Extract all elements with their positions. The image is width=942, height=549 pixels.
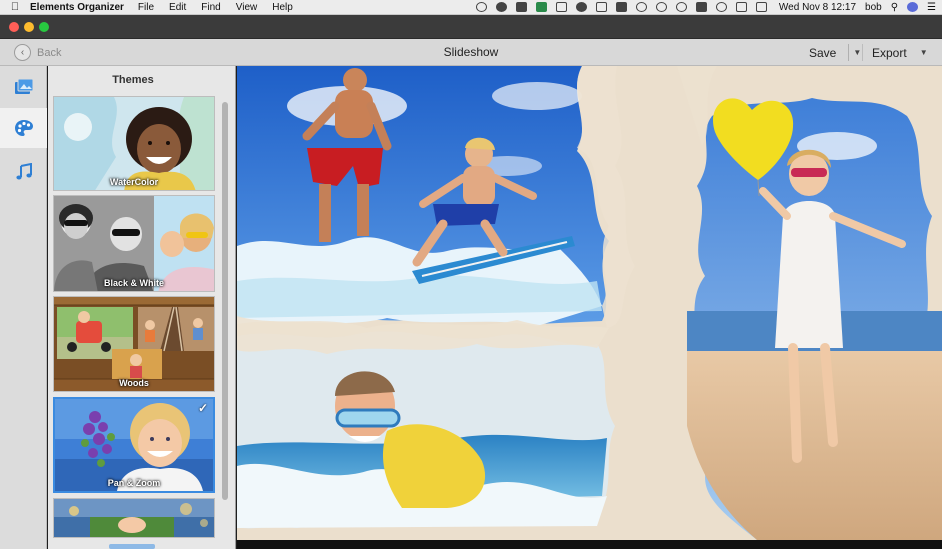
export-label: Export xyxy=(872,45,907,60)
mac-menu-bar:  Elements Organizer File Edit Find View… xyxy=(0,0,942,15)
window-close-button[interactable] xyxy=(9,22,19,32)
back-button[interactable]: ‹ Back xyxy=(14,44,61,61)
bluetooth-icon[interactable] xyxy=(695,2,707,12)
media-icon xyxy=(14,78,33,94)
clipboard-icon[interactable] xyxy=(615,2,627,12)
save-button[interactable]: Save ▼ xyxy=(797,44,864,61)
menu-help[interactable]: Help xyxy=(272,2,293,13)
save-label: Save xyxy=(809,45,837,60)
battery-icon[interactable] xyxy=(755,2,767,12)
theme-label: Black & White xyxy=(103,278,164,288)
menu-edit[interactable]: Edit xyxy=(169,2,186,13)
selected-check-icon: ✓ xyxy=(197,401,208,415)
theme-woods[interactable]: Woods xyxy=(53,296,215,392)
next-theme-thumbnail xyxy=(54,499,214,537)
music-icon xyxy=(15,163,32,180)
slideshow-preview[interactable] xyxy=(237,66,942,540)
siri-icon[interactable] xyxy=(907,2,919,12)
themes-panel: Themes WaterColor Black & White Woods ✓ … xyxy=(48,66,236,549)
chevron-down-icon: ▼ xyxy=(919,48,928,57)
chevron-left-icon: ‹ xyxy=(14,44,31,61)
menubar-clock[interactable]: Wed Nov 8 12:17 xyxy=(779,2,856,13)
dropbox-icon[interactable] xyxy=(515,2,527,12)
shield-icon[interactable] xyxy=(635,2,647,12)
window-title-bar xyxy=(0,15,942,39)
theme-label: Pan & Zoom xyxy=(107,478,161,488)
photo-goggles-boy xyxy=(237,331,615,529)
cloud-icon[interactable] xyxy=(575,2,587,12)
creative-cloud-icon[interactable] xyxy=(495,2,507,12)
adobe-cc-icon[interactable] xyxy=(475,2,487,12)
app-status-icon[interactable] xyxy=(535,2,547,12)
magnifier-status-icon[interactable] xyxy=(655,2,667,12)
theme-pan-zoom[interactable]: ✓ Pan & Zoom xyxy=(53,397,215,493)
themes-title: Themes xyxy=(112,74,154,86)
menu-find[interactable]: Find xyxy=(201,2,220,13)
menu-view[interactable]: View xyxy=(236,2,258,13)
themes-panel-button[interactable] xyxy=(0,108,47,148)
menu-file[interactable]: File xyxy=(138,2,154,13)
notification-center-icon[interactable]: ☰ xyxy=(927,2,936,13)
window-zoom-button[interactable] xyxy=(39,22,49,32)
photo-surfers xyxy=(237,66,609,326)
theme-watercolor[interactable]: WaterColor xyxy=(53,96,215,191)
themes-horizontal-scroll-indicator[interactable] xyxy=(109,544,155,549)
apple-menu-icon[interactable]:  xyxy=(0,1,30,13)
preview-bottom-bar xyxy=(237,540,942,549)
theme-next[interactable] xyxy=(53,498,215,538)
photo-balloon-girl xyxy=(687,98,942,540)
themes-palette-icon xyxy=(14,120,33,136)
display-icon[interactable] xyxy=(595,2,607,12)
spotlight-icon[interactable]: ⚲ xyxy=(891,2,898,13)
time-machine-icon[interactable] xyxy=(675,2,687,12)
google-drive-icon[interactable] xyxy=(555,2,567,12)
app-menu[interactable]: Elements Organizer xyxy=(30,2,124,13)
theme-label: WaterColor xyxy=(109,177,159,187)
theme-black-white[interactable]: Black & White xyxy=(53,195,215,292)
slideshow-toolbar: ‹ Back Slideshow Save ▼ Export ▼ xyxy=(0,39,942,66)
themes-scrollbar-thumb[interactable] xyxy=(222,102,228,500)
preview-collage xyxy=(237,66,942,540)
back-label: Back xyxy=(37,46,62,59)
media-panel-button[interactable] xyxy=(0,67,47,107)
panel-switcher xyxy=(0,66,47,549)
theme-label: Woods xyxy=(119,378,149,388)
menubar-user[interactable]: bob xyxy=(865,2,882,13)
music-panel-button[interactable] xyxy=(0,152,47,192)
window-minimize-button[interactable] xyxy=(24,22,34,32)
export-button[interactable]: Export ▼ xyxy=(862,44,931,61)
wifi-icon[interactable] xyxy=(715,2,727,12)
airplay-icon[interactable] xyxy=(735,2,747,12)
